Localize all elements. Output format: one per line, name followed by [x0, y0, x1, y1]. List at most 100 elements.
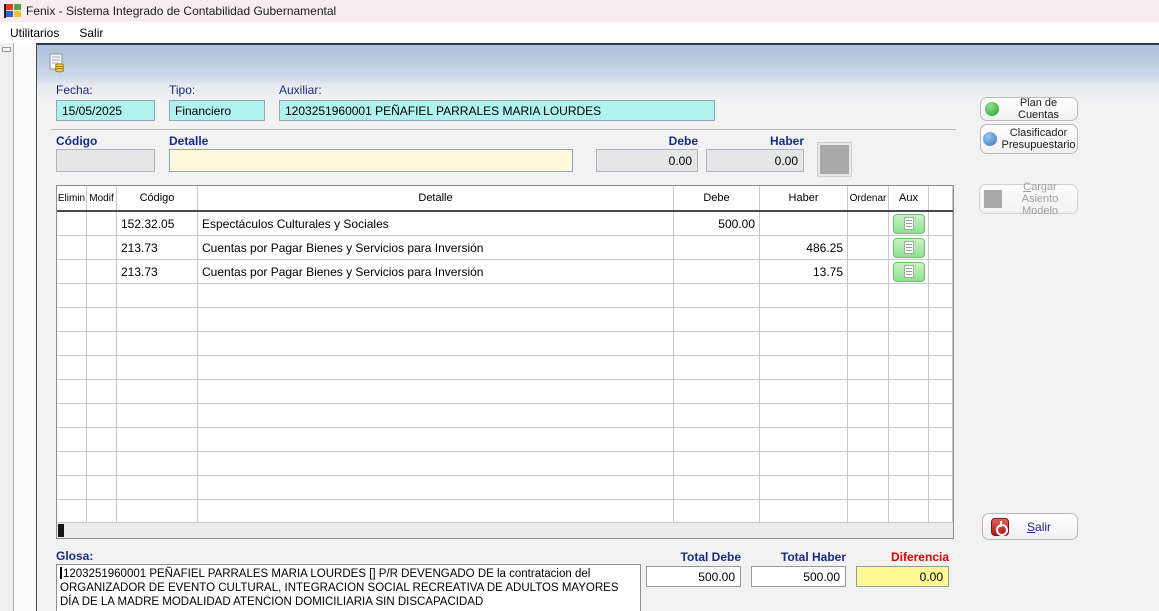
col-header-codigo: Código — [117, 186, 198, 210]
tipo-input[interactable]: Financiero — [169, 100, 265, 121]
title-bar: Fenix - Sistema Integrado de Contabilida… — [0, 0, 1159, 22]
diferencia-label: Diferencia — [856, 550, 949, 564]
left-splitter-strip[interactable] — [0, 43, 14, 611]
salir-button[interactable]: Salir — [982, 513, 1078, 540]
add-line-button[interactable] — [818, 143, 851, 176]
cell-detalle: Espectáculos Culturales y Sociales — [198, 212, 674, 235]
detalle-input[interactable] — [169, 149, 573, 172]
haber-input[interactable]: 0.00 — [706, 149, 804, 172]
cell-gutter — [929, 428, 953, 451]
table-horizontal-scrollbar[interactable] — [57, 522, 953, 538]
cell-codigo: 213.73 — [117, 236, 198, 259]
total-debe-label: Total Debe — [646, 550, 741, 564]
cell-detalle — [198, 500, 674, 522]
tipo-label: Tipo: — [169, 83, 195, 97]
cell-ordenar — [848, 332, 889, 355]
cell-codigo — [117, 308, 198, 331]
table-row-empty — [57, 308, 953, 332]
glosa-label: Glosa: — [56, 549, 93, 563]
cell-debe — [674, 284, 760, 307]
col-header-aux: Aux — [889, 186, 929, 210]
fecha-input[interactable]: 15/05/2025 — [56, 100, 155, 121]
cell-ordenar — [848, 428, 889, 451]
cell-haber — [760, 332, 848, 355]
cell-aux — [889, 212, 929, 235]
cell-debe — [674, 500, 760, 522]
cell-elimin — [57, 260, 87, 283]
clasificador-presupuestario-button[interactable]: Clasificador Presupuestario — [980, 124, 1078, 154]
cell-detalle — [198, 308, 674, 331]
cell-aux — [889, 404, 929, 427]
cell-aux — [889, 428, 929, 451]
col-header-haber: Haber — [760, 186, 848, 210]
cell-aux — [889, 356, 929, 379]
aux-detail-button[interactable] — [893, 214, 925, 234]
splitter-grip-icon[interactable] — [2, 47, 11, 52]
glosa-text: 1203251960001 PEÑAFIEL PARRALES MARIA LO… — [60, 568, 619, 608]
table-row-empty — [57, 380, 953, 404]
cell-codigo — [117, 476, 198, 499]
table-row[interactable]: 213.73Cuentas por Pagar Bienes y Servici… — [57, 260, 953, 284]
diferencia-field: 0.00 — [856, 566, 949, 587]
cell-elimin — [57, 236, 87, 259]
cell-gutter — [929, 260, 953, 283]
cell-ordenar — [848, 284, 889, 307]
cargar-asiento-modelo-button[interactable]: Cargar Asiento Modelo — [979, 184, 1078, 214]
hscroll-thumb[interactable] — [58, 524, 64, 537]
menu-bar: Utilitarios Salir — [0, 22, 1159, 43]
cell-ordenar — [848, 380, 889, 403]
cell-detalle: Cuentas por Pagar Bienes y Servicios par… — [198, 260, 674, 283]
detalle-label: Detalle — [169, 134, 208, 148]
cell-modif — [87, 452, 117, 475]
cell-debe — [674, 356, 760, 379]
cell-aux — [889, 284, 929, 307]
cell-haber — [760, 452, 848, 475]
cell-ordenar — [848, 212, 889, 235]
cell-aux — [889, 500, 929, 522]
cell-codigo — [117, 452, 198, 475]
cell-modif — [87, 236, 117, 259]
cell-codigo — [117, 356, 198, 379]
cell-ordenar — [848, 260, 889, 283]
new-entry-toolbar-button[interactable] — [45, 51, 69, 75]
cell-elimin — [57, 428, 87, 451]
cell-elimin — [57, 212, 87, 235]
cell-codigo — [117, 404, 198, 427]
aux-detail-button[interactable] — [893, 238, 925, 258]
debe-input[interactable]: 0.00 — [596, 149, 698, 172]
plan-de-cuentas-button[interactable]: Plan de Cuentas — [980, 97, 1078, 121]
table-row-empty — [57, 500, 953, 522]
cell-ordenar — [848, 356, 889, 379]
table-row-empty — [57, 428, 953, 452]
cell-ordenar — [848, 476, 889, 499]
codigo-input[interactable] — [56, 149, 155, 172]
col-header-modif: Modif — [87, 186, 117, 210]
auxiliar-input[interactable]: 1203251960001 PEÑAFIEL PARRALES MARIA LO… — [279, 100, 715, 121]
cell-aux — [889, 332, 929, 355]
form-separator — [51, 129, 956, 130]
document-lines-icon — [904, 217, 914, 230]
cell-haber — [760, 308, 848, 331]
cell-aux — [889, 452, 929, 475]
window-title: Fenix - Sistema Integrado de Contabilida… — [26, 4, 336, 18]
cell-detalle — [198, 428, 674, 451]
menu-salir[interactable]: Salir — [69, 23, 113, 43]
cell-modif — [87, 212, 117, 235]
cell-detalle — [198, 452, 674, 475]
table-row[interactable]: 152.32.05Espectáculos Culturales y Socia… — [57, 212, 953, 236]
table-body: 152.32.05Espectáculos Culturales y Socia… — [57, 212, 953, 522]
aux-detail-button[interactable] — [893, 262, 925, 282]
glosa-textarea[interactable]: 1203251960001 PEÑAFIEL PARRALES MARIA LO… — [56, 564, 641, 611]
cell-haber — [760, 476, 848, 499]
cell-gutter — [929, 404, 953, 427]
table-row[interactable]: 213.73Cuentas por Pagar Bienes y Servici… — [57, 236, 953, 260]
cell-aux — [889, 476, 929, 499]
cell-detalle — [198, 356, 674, 379]
cell-haber: 13.75 — [760, 260, 848, 283]
cell-elimin — [57, 332, 87, 355]
cell-debe: 500.00 — [674, 212, 760, 235]
menu-utilitarios[interactable]: Utilitarios — [0, 23, 69, 43]
cell-haber — [760, 404, 848, 427]
cell-ordenar — [848, 236, 889, 259]
col-header-debe: Debe — [674, 186, 760, 210]
